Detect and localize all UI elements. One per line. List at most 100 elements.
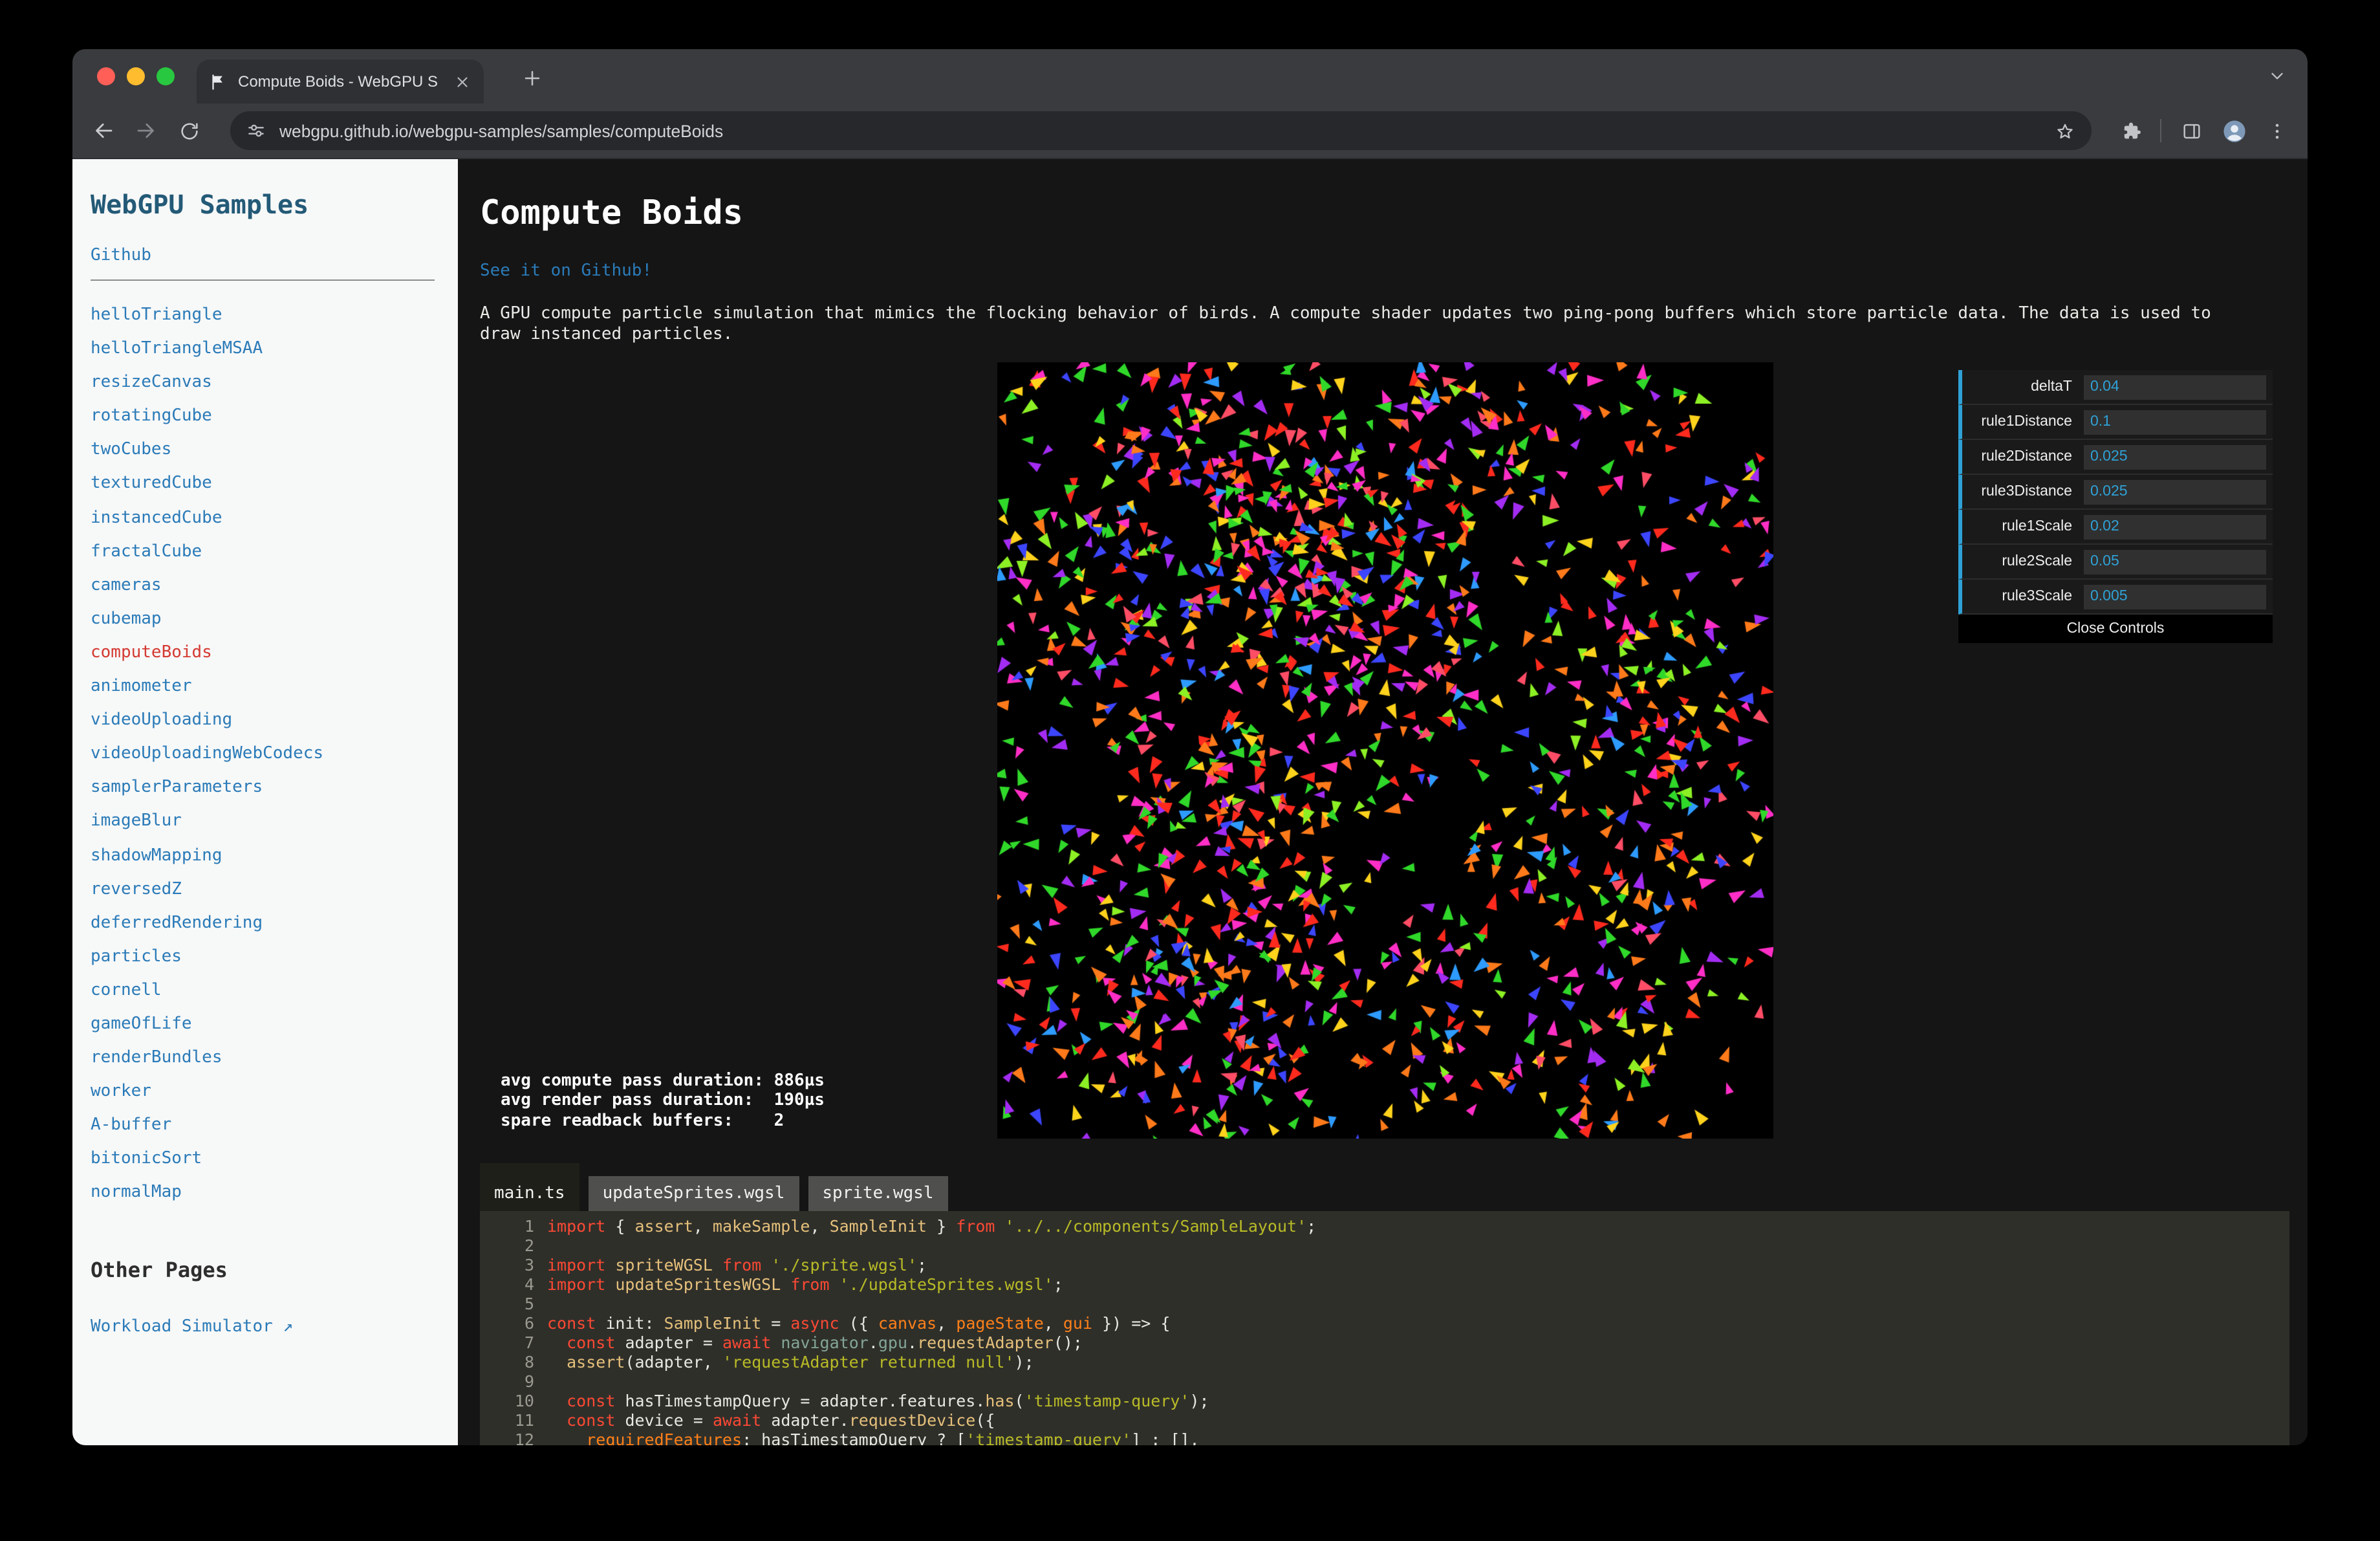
sidebar-item-worker[interactable]: worker xyxy=(91,1075,448,1109)
side-panel-button[interactable] xyxy=(2172,111,2211,150)
line-number: 10 xyxy=(514,1390,534,1410)
gui-row-rule3Distance: rule3Distance xyxy=(1958,475,2273,510)
editor-tab-sprite.wgsl[interactable]: sprite.wgsl xyxy=(808,1175,948,1211)
sidebar-item-renderBundles[interactable]: renderBundles xyxy=(91,1042,448,1075)
editor-tab-updateSprites.wgsl[interactable]: updateSprites.wgsl xyxy=(588,1175,799,1211)
sidebar-item-instancedCube[interactable]: instancedCube xyxy=(91,501,448,535)
gui-row-deltaT: deltaT xyxy=(1958,370,2273,405)
sidebar-item-samplerParameters[interactable]: samplerParameters xyxy=(91,772,448,805)
gui-panel-rows: deltaT rule1Distance rule2Distance rule3Dis… xyxy=(1958,370,2273,615)
browser-tab[interactable]: Compute Boids - WebGPU S xyxy=(197,60,484,104)
line-number: 4 xyxy=(524,1274,534,1294)
gui-label: rule2Scale xyxy=(2002,554,2072,569)
sidebar-item-computeBoids[interactable]: computeBoids xyxy=(91,637,448,670)
code-line: 6 const init: SampleInit = async ({ canva… xyxy=(480,1313,2289,1333)
close-controls-button[interactable]: Close Controls xyxy=(1958,615,2273,643)
address-bar[interactable]: webgpu.github.io/webgpu-samples/samples/… xyxy=(230,111,2092,150)
code-listing: 1 import { assert, makeSample, SampleInit… xyxy=(480,1210,2289,1445)
main-content: Compute Boids See it on Github! A GPU co… xyxy=(458,159,2308,1445)
line-number: 7 xyxy=(524,1332,534,1352)
line-number: 9 xyxy=(524,1371,534,1391)
code-line: 5 xyxy=(480,1294,2289,1313)
gui-input-rule3Scale[interactable] xyxy=(2084,584,2266,609)
tab-close-icon[interactable] xyxy=(451,71,472,92)
sidebar-item-animometer[interactable]: animometer xyxy=(91,670,448,704)
tab-search-button[interactable] xyxy=(2267,66,2287,92)
sidebar-divider xyxy=(91,279,435,281)
gui-row-rule2Distance: rule2Distance xyxy=(1958,440,2273,475)
sidebar-item-helloTriangle[interactable]: helloTriangle xyxy=(91,299,448,333)
gui-input-rule2Distance[interactable] xyxy=(2084,444,2266,470)
tab-strip: Compute Boids - WebGPU S xyxy=(72,49,2308,104)
sidebar-item-videoUploading[interactable]: videoUploading xyxy=(91,704,448,738)
menu-button[interactable] xyxy=(2257,111,2296,150)
gui-row-rule1Distance: rule1Distance xyxy=(1958,405,2273,440)
code-line: 1 import { assert, makeSample, SampleInit… xyxy=(480,1216,2289,1236)
sidebar-item-imageBlur[interactable]: imageBlur xyxy=(91,805,448,839)
code-line: 7 const adapter = await navigator.gpu.re… xyxy=(480,1333,2289,1352)
sidebar-item-fractalCube[interactable]: fractalCube xyxy=(91,535,448,569)
gui-input-rule1Distance[interactable] xyxy=(2084,410,2266,435)
line-number: 5 xyxy=(524,1293,534,1313)
code-line: 3 import spriteWGSL from './sprite.wgsl'; xyxy=(480,1255,2289,1274)
line-number: 12 xyxy=(514,1429,534,1445)
code-line: 9 xyxy=(480,1372,2289,1391)
sidebar-item-workload-simulator[interactable]: Workload Simulator ↗ xyxy=(91,1317,448,1337)
other-pages-heading: Other Pages xyxy=(91,1257,228,1282)
sidebar-item-cornell[interactable]: cornell xyxy=(91,974,448,1008)
line-number: 1 xyxy=(524,1216,534,1236)
sidebar-item-cameras[interactable]: cameras xyxy=(91,569,448,603)
sidebar-item-texturedCube[interactable]: texturedCube xyxy=(91,468,448,501)
see-on-github-link[interactable]: See it on Github! xyxy=(480,261,652,282)
reload-button[interactable] xyxy=(169,111,208,150)
code-line: 12 requiredFeatures: hasTimestampQuery ?… xyxy=(480,1430,2289,1445)
page-title: Compute Boids xyxy=(480,194,743,233)
sidebar-item-resizeCanvas[interactable]: resizeCanvas xyxy=(91,366,448,400)
gui-label: rule3Scale xyxy=(2002,589,2072,604)
window-controls xyxy=(97,67,175,85)
sidebar-item-twoCubes[interactable]: twoCubes xyxy=(91,434,448,468)
tab-favicon-icon xyxy=(208,72,228,91)
browser-window: Compute Boids - WebGPU S webgpu.github.i… xyxy=(72,49,2308,1445)
sidebar-item-videoUploadingWebCodecs[interactable]: videoUploadingWebCodecs xyxy=(91,738,448,771)
gui-input-deltaT[interactable] xyxy=(2084,375,2266,400)
sidebar-item-helloTriangleMSAA[interactable]: helloTriangleMSAA xyxy=(91,333,448,366)
sidebar-item-rotatingCube[interactable]: rotatingCube xyxy=(91,400,448,434)
profile-button[interactable] xyxy=(2214,111,2253,150)
back-button[interactable] xyxy=(84,111,123,150)
bookmark-star-button[interactable] xyxy=(2054,120,2076,142)
code-line: 2 xyxy=(480,1236,2289,1255)
url-text: webgpu.github.io/webgpu-samples/samples/… xyxy=(279,121,724,140)
forward-button[interactable] xyxy=(127,111,166,150)
sample-list: helloTriangle helloTriangleMSAA resizeCanv… xyxy=(91,299,448,1210)
sidebar-item-particles[interactable]: particles xyxy=(91,941,448,974)
sidebar-item-deferredRendering[interactable]: deferredRendering xyxy=(91,906,448,940)
sidebar-item-shadowMapping[interactable]: shadowMapping xyxy=(91,839,448,873)
screen: Compute Boids - WebGPU S webgpu.github.i… xyxy=(0,0,2380,1541)
sidebar-item-A-buffer[interactable]: A-buffer xyxy=(91,1109,448,1143)
sidebar-item-cubemap[interactable]: cubemap xyxy=(91,603,448,637)
gui-input-rule3Distance[interactable] xyxy=(2084,479,2266,505)
gui-input-rule1Scale[interactable] xyxy=(2084,514,2266,540)
sidebar-item-gameOfLife[interactable]: gameOfLife xyxy=(91,1008,448,1042)
gui-row-rule2Scale: rule2Scale xyxy=(1958,545,2273,580)
sidebar: WebGPU Samples Github helloTriangle hello… xyxy=(72,159,458,1445)
window-close-button[interactable] xyxy=(97,67,115,85)
window-minimize-button[interactable] xyxy=(127,67,145,85)
gui-panel: deltaT rule1Distance rule2Distance rule3Dis… xyxy=(1958,370,2273,643)
line-number: 8 xyxy=(524,1351,534,1372)
gui-input-rule2Scale[interactable] xyxy=(2084,549,2266,574)
sidebar-item-bitonicSort[interactable]: bitonicSort xyxy=(91,1143,448,1177)
sidebar-item-normalMap[interactable]: normalMap xyxy=(91,1177,448,1210)
description: A GPU compute particle simulation that m… xyxy=(480,304,2211,345)
extensions-button[interactable] xyxy=(2111,111,2150,150)
sidebar-item-github[interactable]: Github xyxy=(91,246,448,267)
window-zoom-button[interactable] xyxy=(157,67,175,85)
line-number: 3 xyxy=(524,1254,534,1274)
sidebar-item-reversedZ[interactable]: reversedZ xyxy=(91,873,448,906)
site-settings-icon[interactable] xyxy=(246,120,266,141)
gui-label: rule3Distance xyxy=(1981,484,2072,499)
code-line: 4 import updateSpritesWGSL from './update… xyxy=(480,1274,2289,1294)
new-tab-button[interactable] xyxy=(519,65,545,91)
editor-tab-main.ts[interactable]: main.ts xyxy=(480,1163,579,1211)
